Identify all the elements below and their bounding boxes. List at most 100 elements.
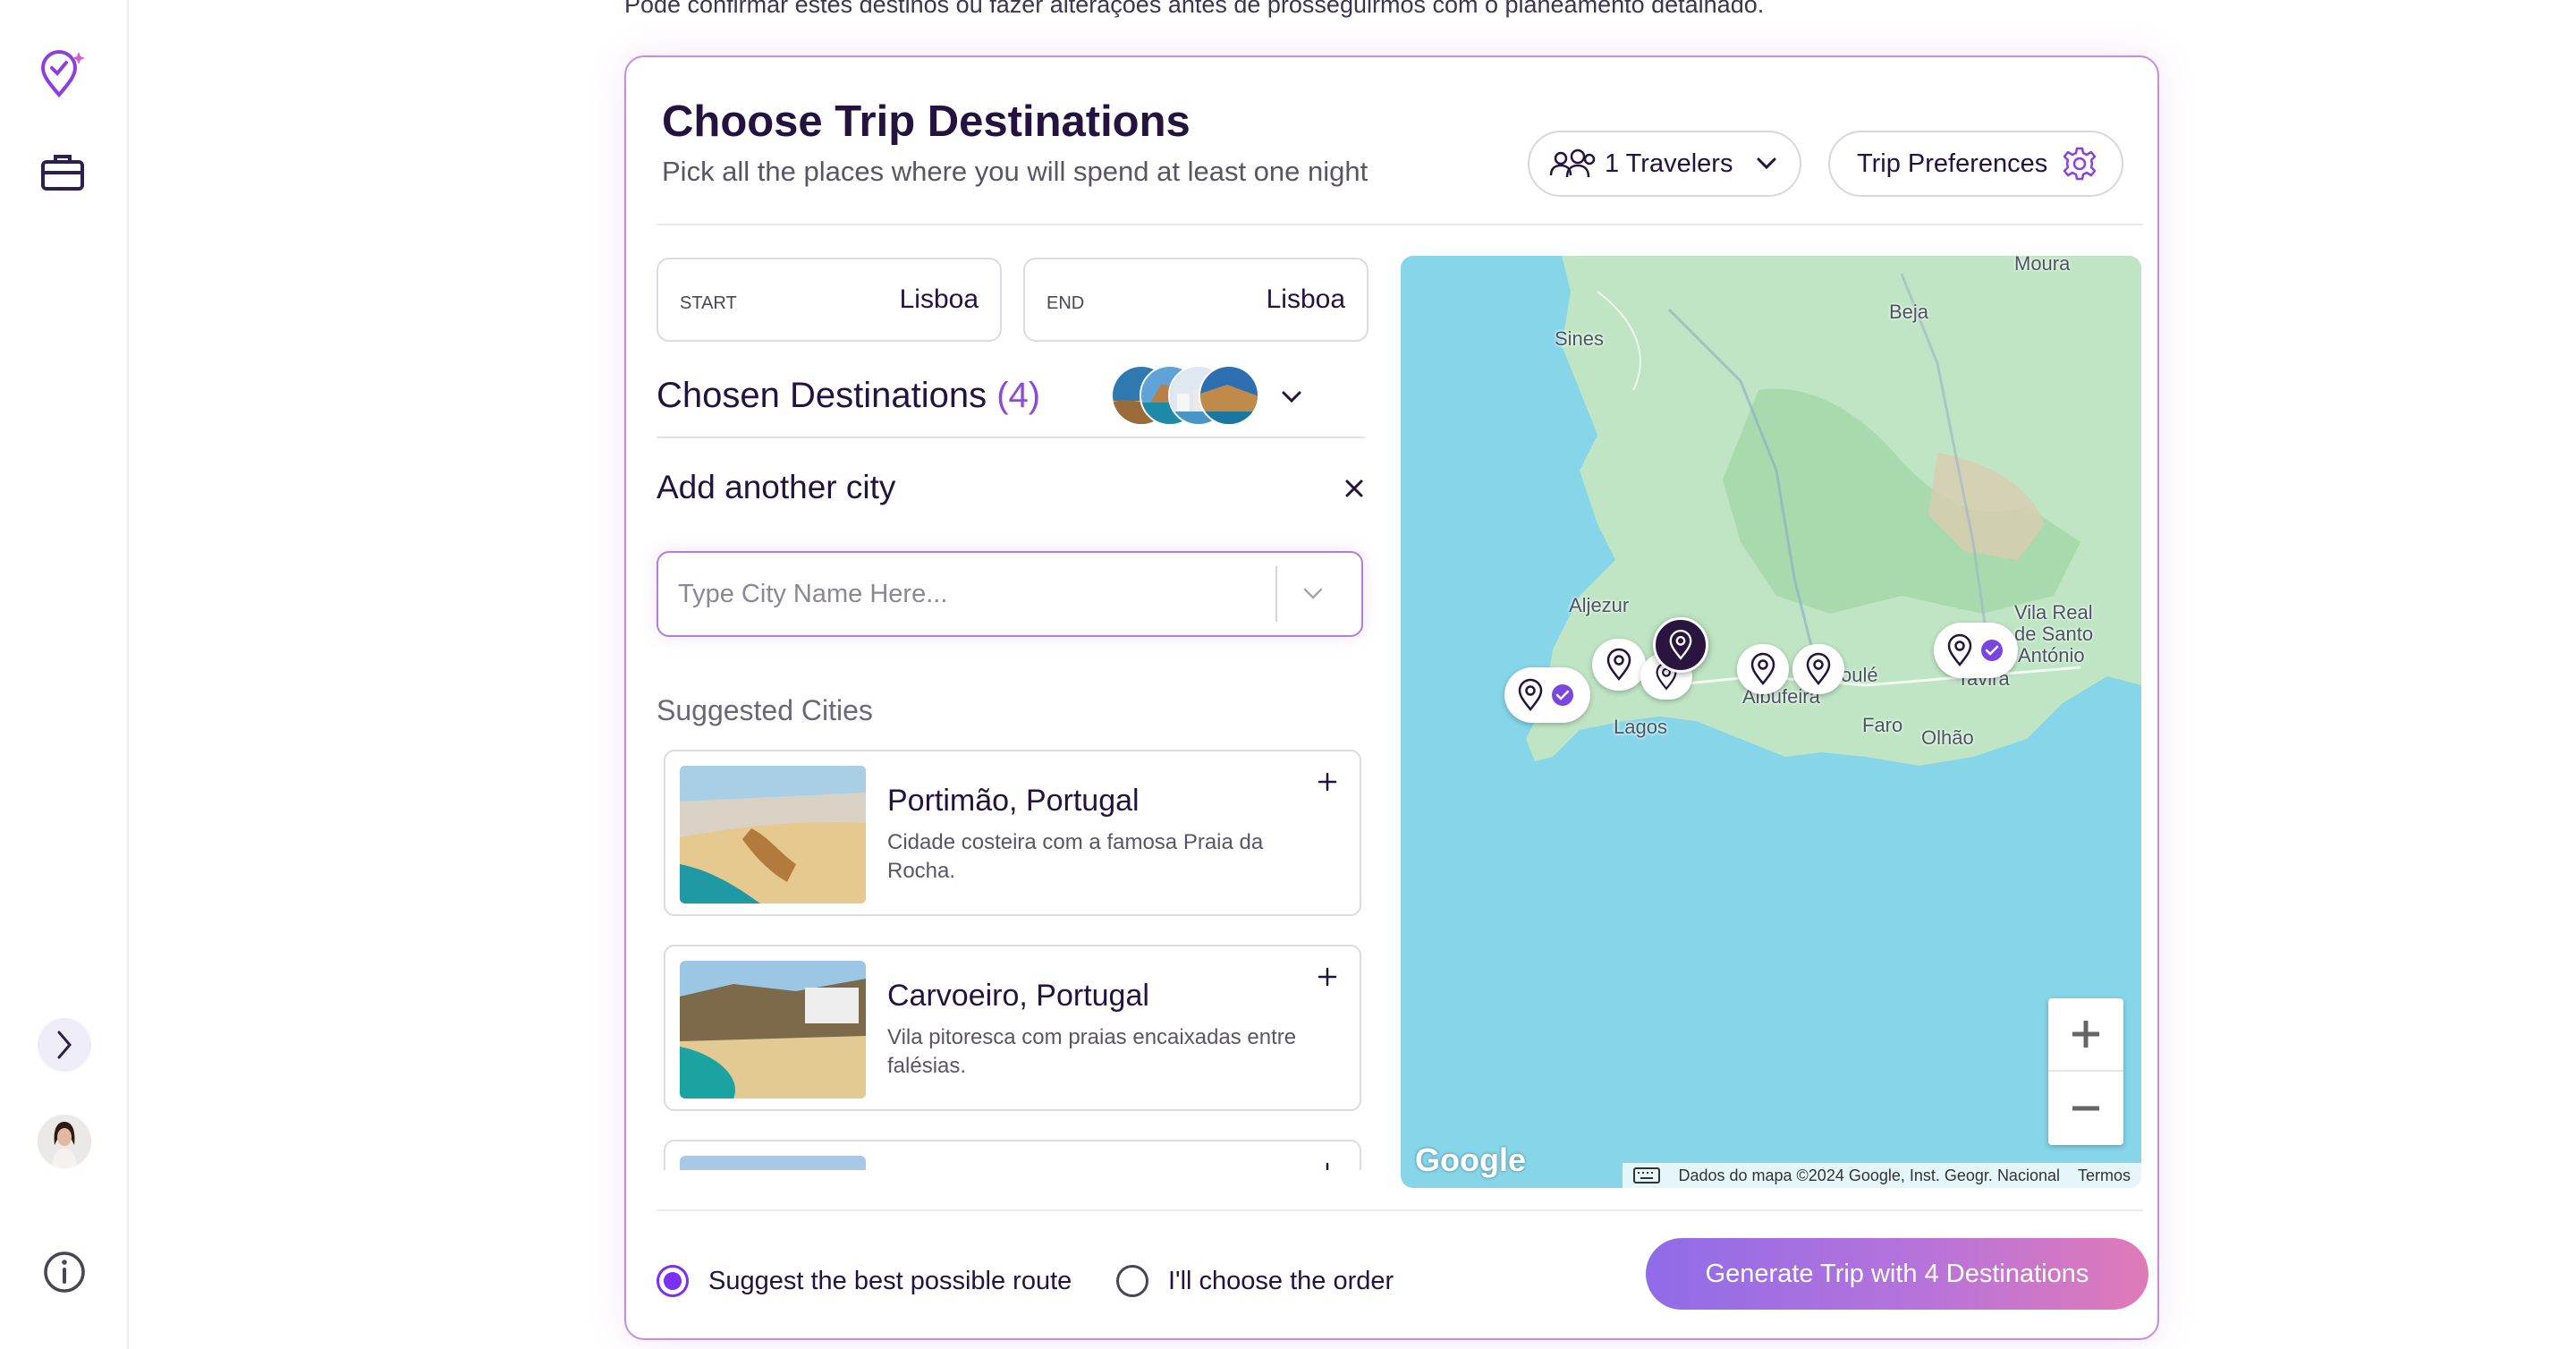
travelers-label: 1 Travelers — [1605, 148, 1733, 178]
radio-button[interactable] — [1116, 1265, 1148, 1297]
add-city-button[interactable] — [1311, 1156, 1343, 1170]
chevron-down-icon — [1757, 157, 1776, 170]
suggested-city-card[interactable]: Carvoeiro, Portugal Vila pitoresca com p… — [664, 945, 1361, 1111]
check-badge-icon — [1981, 640, 2003, 661]
map-pin-icon — [1750, 652, 1775, 685]
map-label: Sines — [1555, 327, 1605, 350]
map-marker-selected[interactable] — [1504, 667, 1590, 723]
map-pin-icon — [1606, 648, 1631, 681]
suggested-cities-list[interactable]: Portimão, Portugal Cidade costeira com a… — [662, 750, 1377, 1170]
users-icon — [1549, 148, 1596, 178]
route-option-best[interactable]: Suggest the best possible route — [657, 1265, 1072, 1297]
map-attribution: Dados do mapa ©2024 Google, Inst. Geogr.… — [1623, 1163, 2141, 1188]
map-label: Lagos — [1614, 716, 1667, 738]
end-label: END — [1046, 293, 1085, 313]
map-marker-active[interactable] — [1653, 617, 1708, 673]
user-avatar[interactable] — [38, 1115, 91, 1168]
card-title: Choose Trip Destinations — [662, 98, 1191, 146]
start-value: Lisboa — [899, 284, 979, 314]
plus-icon — [1326, 1162, 1329, 1170]
map-pin-icon — [1669, 630, 1692, 660]
google-logo: Google — [1415, 1141, 1526, 1178]
suggested-cities-title: Suggested Cities — [657, 694, 873, 726]
intro-text: Pode confirmar estes destinos ou fazer a… — [624, 0, 1765, 18]
map-terrain — [1526, 256, 2141, 766]
chosen-destinations-count: (4) — [996, 376, 1041, 415]
map-label: Moura — [2014, 256, 2071, 275]
map-pin-icon — [1518, 678, 1543, 711]
map-marker-selected[interactable] — [1934, 623, 2018, 678]
expand-sidebar-button[interactable] — [38, 1018, 91, 1072]
header-divider — [657, 224, 2143, 225]
chevron-down-icon — [1282, 391, 1301, 403]
generate-trip-button[interactable]: Generate Trip with 4 Destinations — [1646, 1238, 2148, 1310]
footer-divider — [657, 1209, 2143, 1211]
city-search-field[interactable] — [657, 551, 1363, 637]
suggested-city-card[interactable] — [664, 1140, 1361, 1170]
map-label: Faro — [1862, 714, 1903, 736]
section-divider — [657, 437, 1365, 438]
destination-thumbnail — [1199, 365, 1259, 426]
expand-destinations-button[interactable] — [1274, 379, 1309, 415]
map-label: António — [2018, 644, 2085, 666]
start-label: START — [680, 293, 737, 313]
route-option-best-label: Suggest the best possible route — [708, 1266, 1072, 1295]
city-dropdown-toggle[interactable] — [1277, 554, 1349, 634]
city-name: Portimão, Portugal — [887, 784, 1140, 818]
map-label: Beja — [1889, 301, 1929, 323]
minus-icon — [2072, 1106, 2099, 1111]
trip-preferences-button[interactable]: Trip Preferences — [1828, 131, 2123, 197]
check-badge-icon — [1552, 684, 1573, 706]
destinations-card: Choose Trip Destinations Pick all the pl… — [624, 55, 2159, 1340]
sidebar — [0, 0, 129, 1349]
map-label: oulé — [1841, 664, 1878, 686]
app-logo-icon[interactable] — [36, 48, 89, 102]
map-label: de Santo — [2014, 623, 2094, 645]
map-label: Olhão — [1921, 726, 1974, 749]
suggested-city-card[interactable]: Portimão, Portugal Cidade costeira com a… — [664, 750, 1361, 916]
plus-icon — [1318, 967, 1337, 987]
chosen-destinations-label: Chosen Destinations — [657, 376, 987, 415]
info-icon[interactable] — [38, 1245, 91, 1299]
destinations-map[interactable]: Moura Beja Sines Aljezur Vila Real de Sa… — [1401, 256, 2141, 1188]
add-city-title: Add another city — [657, 469, 896, 505]
city-description: Vila pitoresca com praias encaixadas ent… — [887, 1025, 1297, 1078]
map-marker[interactable] — [1792, 644, 1844, 694]
map-marker[interactable] — [1737, 644, 1789, 694]
map-label: Vila Real — [2014, 601, 2093, 624]
add-city-button[interactable] — [1311, 766, 1343, 798]
map-zoom-control — [2048, 998, 2123, 1145]
travelers-button[interactable]: 1 Travelers — [1528, 131, 1801, 197]
route-option-manual[interactable]: I'll choose the order — [1116, 1265, 1394, 1297]
zoom-in-button[interactable] — [2048, 998, 2123, 1072]
city-photo — [680, 766, 866, 904]
city-name: Carvoeiro, Portugal — [887, 979, 1149, 1013]
close-add-city-button[interactable] — [1336, 471, 1372, 506]
chosen-destination-thumbnails[interactable] — [1111, 365, 1263, 428]
close-icon — [1345, 479, 1363, 497]
city-search-input[interactable] — [658, 567, 1275, 621]
start-location-field[interactable]: START Lisboa — [657, 258, 1002, 342]
city-description: Cidade costeira com a famosa Praia da Ro… — [887, 830, 1264, 883]
plus-icon — [2072, 1021, 2099, 1048]
map-terms-link[interactable]: Termos — [2078, 1167, 2131, 1185]
map-data-credit: Dados do mapa ©2024 Google, Inst. Geogr.… — [1678, 1166, 2060, 1184]
briefcase-icon[interactable] — [36, 145, 89, 199]
plus-icon — [1318, 772, 1337, 792]
chosen-destinations-heading: Chosen Destinations (4) — [657, 376, 1040, 416]
map-pin-icon — [1947, 633, 1972, 666]
city-photo — [680, 961, 866, 1099]
keyboard-icon[interactable] — [1633, 1167, 1661, 1184]
zoom-out-button[interactable] — [2048, 1072, 2123, 1145]
end-value: Lisboa — [1266, 284, 1345, 314]
gear-icon — [2063, 147, 2097, 181]
chevron-down-icon — [1303, 588, 1323, 599]
chevron-right-icon — [57, 1031, 72, 1059]
map-label: Aljezur — [1569, 594, 1630, 616]
map-pin-icon — [1806, 652, 1831, 685]
city-photo — [680, 1156, 866, 1170]
end-location-field[interactable]: END Lisboa — [1023, 258, 1368, 342]
radio-button-selected[interactable] — [657, 1265, 689, 1297]
map-marker[interactable] — [1592, 639, 1646, 691]
add-city-button[interactable] — [1311, 961, 1343, 993]
